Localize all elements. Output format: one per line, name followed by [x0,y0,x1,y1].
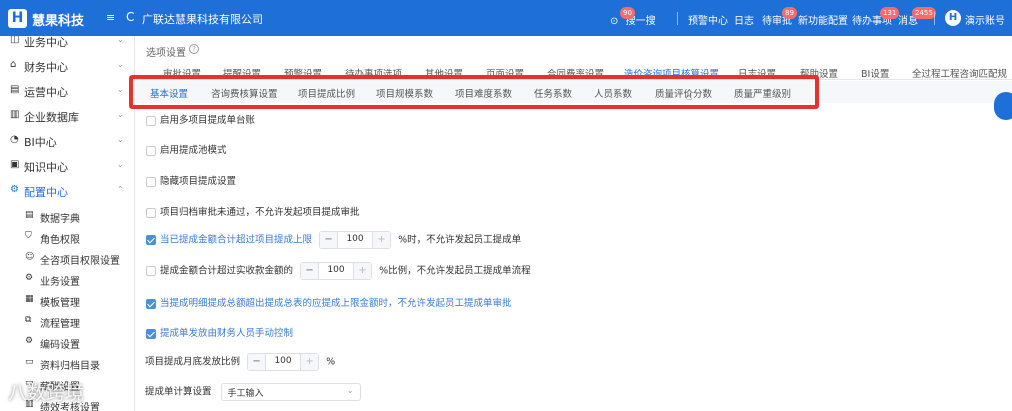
user-icon: ☺ [25,252,35,262]
watermark: 八数跨境 [8,382,85,404]
search-all-button[interactable]: ⊙ 90 搜一搜 [610,7,656,27]
todo-button[interactable]: 待办事项 131 [852,7,900,27]
book-icon: ▣ [10,159,20,170]
checkbox[interactable] [146,115,156,126]
bar-chart-icon: ▥ [10,109,20,120]
sidebar-subitem-archive[interactable]: ▭ 资料归档目录 [0,353,134,374]
approval-badge: 89 [782,7,797,19]
todo-badge: 131 [880,7,900,19]
increment-button[interactable]: + [300,354,319,370]
chevron-down-icon: ⌄ [117,160,124,169]
highlight-box [129,75,819,109]
sidebar: ◫ 业务中心 ⌄ ⌂ 财务中心 ⌄ ▤ 运营中心 ⌄ ▥ 企业数据库 ⌄ ◔ B… [0,36,135,411]
sidebar-subitem-project-permissions[interactable]: ☺ 全咨项目权限设置 [0,248,134,269]
tab-full-process[interactable]: 全过程工程咨询匹配规 [912,66,1007,80]
decrement-button[interactable]: − [248,354,267,370]
flow-icon: ⧉ [25,315,32,325]
sidebar-subitem-role-permissions[interactable]: ⛉ 角色权限 [0,227,134,248]
option-detail-exceed[interactable]: 当提成明细提成总额超出提成总表的应提成上限金额时，不允许发起员工提成单审批 [146,295,512,309]
new-feature-config-button[interactable]: 新功能配置 [798,12,848,27]
account-name[interactable]: 演示账号 [965,12,1005,27]
option-commission-cap[interactable]: 当已提成金额合计超过项目提成上限 − 100 + %时，不允许发起员工提成单 [146,231,521,249]
sidebar-subitem-workflow[interactable]: ⧉ 流程管理 [0,311,134,332]
message-badge: 2455 [912,7,936,19]
gear-icon: ⚙ [10,184,19,195]
gear-icon: ⚙ [25,336,34,346]
sidebar-item-bi[interactable]: ◔ BI中心 ⌄ [0,129,134,154]
option-hide-commission[interactable]: 隐藏项目提成设置 [146,173,236,187]
folder-icon: ▭ [25,357,34,367]
refresh-icon[interactable]: C [126,10,134,24]
calc-setting-select[interactable]: 手工输入 ⌄ [220,383,361,401]
grid-icon: ▦ [25,294,34,304]
pending-approval-button[interactable]: 待审批 89 [762,7,797,27]
checkbox[interactable] [146,207,156,218]
tab-bi[interactable]: BI设置 [861,66,889,80]
search-badge: 90 [620,7,635,19]
divider [677,12,678,25]
avatar[interactable]: H [945,10,961,26]
sidebar-subitem-data-dictionary[interactable]: ▤ 数据字典 [0,206,134,227]
sidebar-item-finance[interactable]: ⌂ 财务中心 ⌄ [0,54,134,79]
floating-helper-button[interactable] [994,92,1012,120]
sidebar-item-business[interactable]: ◫ 业务中心 ⌄ [0,36,134,54]
option-receipt-ratio[interactable]: 提成金额合计超过实收款金额的 − 100 + %比例，不允许发起员工提成单流程 [146,262,531,280]
commission-cap-stepper[interactable]: − 100 + [319,231,392,249]
brand-name: 慧果科技 [32,14,85,29]
chevron-down-icon: ⌄ [117,110,124,119]
chevron-down-icon: ⌄ [117,36,124,44]
month-end-ratio-stepper[interactable]: − 100 + [247,353,320,371]
sidebar-item-config[interactable]: ⚙ 配置中心 ⌃ [0,179,134,204]
company-name: 广联达慧果科技有限公司 [142,13,263,26]
option-multi-project-ledger[interactable]: 启用多项目提成单台账 [146,112,255,126]
checkbox[interactable] [146,176,156,187]
shield-icon: ⛉ [25,231,32,241]
list-icon: ▤ [25,210,34,220]
sidebar-subitem-business-settings[interactable]: ⚙ 业务设置 [0,269,134,290]
sidebar-item-operations[interactable]: ▤ 运营中心 ⌄ [0,79,134,104]
chevron-down-icon: ⌄ [117,135,124,144]
option-month-end-ratio: 项目提成月底发放比例 − 100 + % [145,353,335,371]
checkbox-checked[interactable] [146,235,156,245]
decrement-button[interactable]: − [320,232,339,248]
checkbox[interactable] [146,266,156,276]
chevron-down-icon: ⌄ [117,60,124,69]
chevron-down-icon: ⌄ [346,386,354,395]
page-title: 选项设置 [146,48,186,59]
search-icon: ⊙ [610,16,619,27]
sidebar-subitem-template[interactable]: ▦ 模板管理 [0,290,134,311]
divider [934,12,935,25]
sidebar-item-enterprise-db[interactable]: ▥ 企业数据库 ⌄ [0,104,134,129]
message-button[interactable]: 消息 2455 [898,7,936,27]
chevron-down-icon: ⌄ [117,85,124,94]
sidebar-subitem-coding[interactable]: ⚙ 编码设置 [0,332,134,353]
briefcase-icon: ◫ [10,36,20,45]
menu-toggle-icon[interactable]: ≡ [106,11,115,24]
pie-icon: ◔ [10,134,19,145]
decrement-button[interactable]: − [301,263,320,279]
increment-button[interactable]: + [353,263,372,279]
top-bar: H 慧果科技 ≡ C 广联达慧果科技有限公司 ⊙ 90 搜一搜 预警中心 日志 … [0,0,1012,36]
option-commission-pool[interactable]: 启用提成池模式 [146,142,227,156]
building-icon: ▤ [10,84,20,95]
logo: H [8,9,27,28]
sidebar-item-knowledge[interactable]: ▣ 知识中心 ⌄ [0,154,134,179]
receipt-ratio-stepper[interactable]: − 100 + [300,262,373,280]
checkbox-checked[interactable] [146,328,156,339]
checkbox[interactable] [146,145,156,156]
warning-center-button[interactable]: 预警中心 [688,12,728,27]
cursor-icon: ☝ [686,92,693,103]
option-calc-setting: 提成单计算设置 手工输入 ⌄ [145,383,361,401]
checkbox-checked[interactable] [146,298,156,309]
option-finance-manual[interactable]: 提成单发放由财务人员手动控制 [146,325,293,339]
log-button[interactable]: 日志 [734,12,754,27]
option-archive-block[interactable]: 项目归档审批未通过，不允许发起项目提成审批 [146,204,360,218]
chevron-up-icon: ⌃ [117,185,124,194]
gear-icon: ⚙ [25,273,34,283]
home-icon: ⌂ [10,59,17,70]
increment-button[interactable]: + [372,232,391,248]
help-icon[interactable]: ? [189,44,199,54]
